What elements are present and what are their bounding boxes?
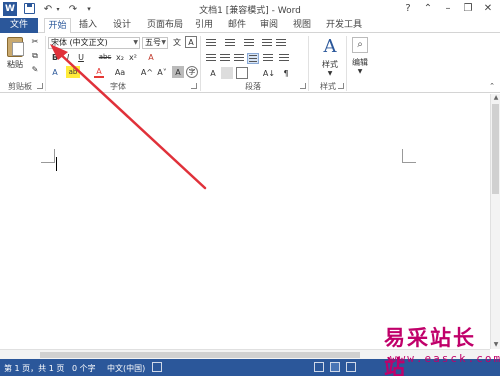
ribbon-tabs: 文件 开始 插入 设计 页面布局 引用 邮件 审阅 视图 开发工具 (0, 18, 500, 34)
grow-font-icon[interactable]: A^ (140, 66, 154, 78)
document-page[interactable] (0, 94, 490, 349)
scrollbar-thumb[interactable] (492, 104, 499, 194)
chevron-down-icon: ▼ (161, 39, 166, 46)
ribbon-home: 粘贴 ✂ ⧉ ✎ 剪贴板 宋体 (中文正文) ▼ 五号 ▼ 文 A B I U … (0, 33, 500, 93)
clipboard-launcher-icon[interactable] (37, 83, 43, 89)
text-direction-icon[interactable]: A (207, 67, 219, 79)
clipboard-group-label: 剪贴板 (8, 82, 32, 91)
tab-file[interactable]: 文件 (0, 18, 38, 33)
scrollbar-thumb[interactable] (40, 352, 360, 358)
paragraph-launcher-icon[interactable] (300, 83, 306, 89)
underline-button[interactable]: U (76, 51, 86, 63)
paste-icon[interactable] (7, 37, 24, 57)
increase-indent-icon[interactable] (276, 39, 286, 47)
print-layout-icon[interactable] (330, 362, 340, 372)
subscript-button[interactable]: x₂ (114, 51, 126, 63)
close-button[interactable]: ✕ (480, 1, 496, 16)
margin-corner-marker (41, 149, 55, 163)
tab-page-layout[interactable]: 页面布局 (143, 18, 187, 33)
site-watermark: 易采站长站 www.easck.com (376, 318, 500, 376)
styles-launcher-icon[interactable] (338, 83, 344, 89)
editing-button[interactable]: 编辑 (349, 57, 371, 67)
chevron-down-icon: ▼ (133, 39, 138, 46)
watermark-text: 易采站长站 (384, 325, 476, 376)
justify-icon[interactable] (247, 53, 259, 64)
styles-group-label: 样式 (320, 82, 336, 91)
align-left-icon[interactable] (206, 54, 216, 62)
highlight-color-icon[interactable]: ab (66, 66, 80, 78)
font-size-dropdown[interactable]: 五号 ▼ (142, 37, 168, 49)
tab-home[interactable]: 开始 (44, 18, 71, 34)
group-divider (45, 36, 46, 91)
font-color-icon[interactable]: A (94, 66, 104, 78)
line-spacing-icon[interactable] (279, 54, 289, 62)
change-case-icon[interactable]: Aa (113, 66, 127, 78)
tab-design[interactable]: 设计 (107, 18, 137, 33)
minimize-button[interactable]: – (440, 1, 456, 16)
tab-view[interactable]: 视图 (289, 18, 315, 33)
copy-icon[interactable]: ⧉ (29, 50, 41, 61)
chevron-down-icon[interactable]: ▼ (325, 69, 335, 77)
font-name-value: 宋体 (中文正文) (51, 38, 108, 47)
tab-insert[interactable]: 插入 (75, 18, 101, 33)
format-painter-icon[interactable]: ✎ (29, 64, 41, 75)
borders-icon[interactable] (236, 67, 248, 79)
text-effects-icon[interactable]: A (50, 66, 60, 78)
cut-icon[interactable]: ✂ (29, 36, 41, 47)
bullets-icon[interactable] (206, 39, 216, 47)
tab-developer[interactable]: 开发工具 (322, 18, 366, 33)
character-border-icon[interactable]: A (185, 36, 197, 48)
paragraph-shading-icon[interactable] (221, 67, 233, 79)
italic-button[interactable]: I (63, 51, 73, 63)
multilevel-list-icon[interactable] (244, 39, 254, 47)
bold-button[interactable]: B (50, 51, 60, 63)
chevron-down-icon[interactable]: ▼ (355, 67, 365, 75)
read-mode-icon[interactable] (314, 362, 324, 372)
scroll-up-icon[interactable]: ▲ (491, 94, 500, 102)
distributed-icon[interactable] (263, 54, 273, 62)
font-group-label: 字体 (110, 82, 126, 91)
page-count[interactable]: 第 1 页，共 1 页 (4, 363, 64, 374)
text-cursor (56, 157, 57, 171)
clear-formatting-icon[interactable]: A (145, 51, 157, 63)
watermark-url: www.easck.com (390, 352, 500, 365)
group-divider (200, 36, 201, 91)
align-center-icon[interactable] (220, 54, 230, 62)
phonetic-guide-icon[interactable]: 文 (171, 36, 183, 48)
align-right-icon[interactable] (234, 54, 244, 62)
tab-review[interactable]: 审阅 (256, 18, 282, 33)
ribbon-display-options-button[interactable]: ⌃ (420, 1, 436, 16)
macro-record-icon[interactable] (152, 362, 162, 372)
tab-references[interactable]: 引用 (191, 18, 217, 33)
paste-button-label[interactable]: 粘贴 (4, 59, 26, 69)
restore-button[interactable]: ❐ (460, 1, 476, 16)
group-divider (346, 36, 347, 91)
vertical-scrollbar[interactable]: ▲ ▼ (490, 94, 500, 349)
show-marks-icon[interactable]: ¶ (280, 67, 292, 79)
group-divider (308, 36, 309, 91)
title-bar: W ↶ ▾ ↷ ▾ 文档1 [兼容模式] - Word ? ⌃ – ❐ ✕ (0, 0, 500, 18)
strikethrough-button[interactable]: abc (97, 51, 113, 63)
styles-button[interactable]: 样式 (316, 59, 344, 69)
find-binoculars-icon[interactable]: ⌕ (352, 37, 368, 53)
language-indicator[interactable]: 中文(中国) (107, 363, 145, 374)
web-layout-icon[interactable] (346, 362, 356, 372)
superscript-button[interactable]: x² (127, 51, 139, 63)
margin-corner-marker (402, 149, 416, 163)
numbering-icon[interactable] (225, 39, 235, 47)
sort-icon[interactable]: A↓ (262, 67, 276, 79)
font-launcher-icon[interactable] (191, 83, 197, 89)
word-count[interactable]: 0 个字 (72, 363, 96, 374)
styles-icon[interactable]: A (320, 37, 340, 57)
paragraph-group-label: 段落 (245, 82, 261, 91)
shrink-font-icon[interactable]: A˅ (155, 66, 169, 78)
tab-mailings[interactable]: 邮件 (224, 18, 250, 33)
enclose-characters-icon[interactable]: 字 (186, 66, 198, 78)
help-button[interactable]: ? (400, 1, 416, 16)
font-size-value: 五号 (145, 38, 161, 47)
collapse-ribbon-icon[interactable]: ⌃ (487, 81, 497, 91)
decrease-indent-icon[interactable] (262, 39, 272, 47)
font-name-dropdown[interactable]: 宋体 (中文正文) ▼ (48, 37, 140, 49)
character-shading-icon[interactable]: A (172, 66, 184, 78)
